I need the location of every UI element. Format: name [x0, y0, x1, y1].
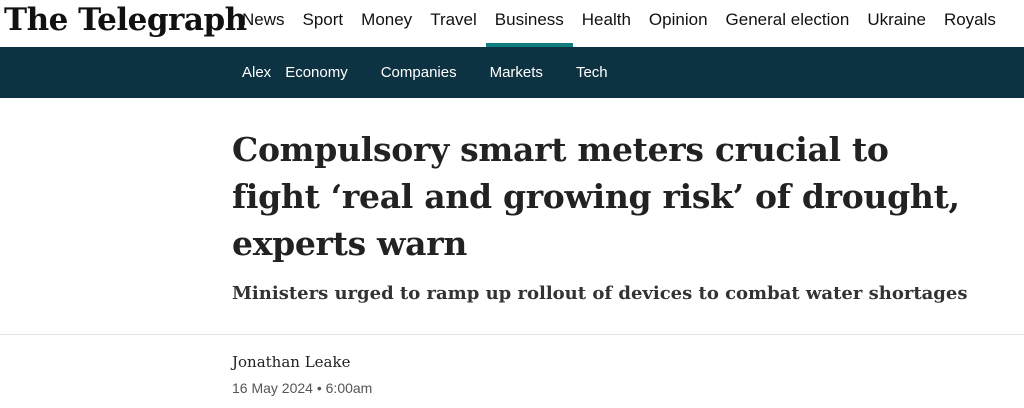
nav-item-money[interactable]: Money — [352, 0, 421, 47]
publish-time: 6:00am — [325, 380, 373, 396]
telegraph-logo[interactable]: The Telegraph — [4, 0, 247, 40]
divider — [0, 334, 1024, 335]
main-nav: News Sport Money Travel Business Health … — [233, 0, 1005, 47]
nav-item-opinion[interactable]: Opinion — [640, 0, 717, 47]
top-header: The Telegraph News Sport Money Travel Bu… — [0, 0, 1024, 47]
nav-item-business[interactable]: Business — [485, 0, 573, 47]
nav-item-general-election[interactable]: General election — [717, 0, 859, 47]
section-nav-bar: Alex Economy Companies Markets Tech — [0, 47, 1024, 98]
article-headline: Compulsory smart meters crucial to fight… — [232, 130, 960, 263]
section-nav-alex[interactable]: Alex — [242, 64, 271, 81]
section-nav-economy[interactable]: Economy — [285, 64, 348, 81]
date-separator: • — [316, 380, 322, 396]
section-nav-companies[interactable]: Companies — [381, 64, 457, 81]
nav-item-health[interactable]: Health — [573, 0, 640, 47]
nav-item-travel[interactable]: Travel — [421, 0, 486, 47]
section-nav: Alex Economy Companies Markets Tech — [242, 47, 608, 98]
article-header: Compulsory smart meters crucial to fight… — [0, 98, 1024, 408]
section-nav-markets[interactable]: Markets — [490, 64, 543, 81]
article-standfirst: Ministers urged to ramp up rollout of de… — [232, 283, 968, 304]
publish-date: 16 May 2024 — [232, 380, 313, 396]
nav-item-sport[interactable]: Sport — [294, 0, 353, 47]
publish-dateline: 16 May 2024 • 6:00am — [232, 380, 372, 396]
nav-item-royals[interactable]: Royals — [935, 0, 1005, 47]
nav-item-news[interactable]: News — [233, 0, 294, 47]
author-byline[interactable]: Jonathan Leake — [232, 353, 350, 371]
section-nav-tech[interactable]: Tech — [576, 64, 608, 81]
nav-item-ukraine[interactable]: Ukraine — [858, 0, 935, 47]
